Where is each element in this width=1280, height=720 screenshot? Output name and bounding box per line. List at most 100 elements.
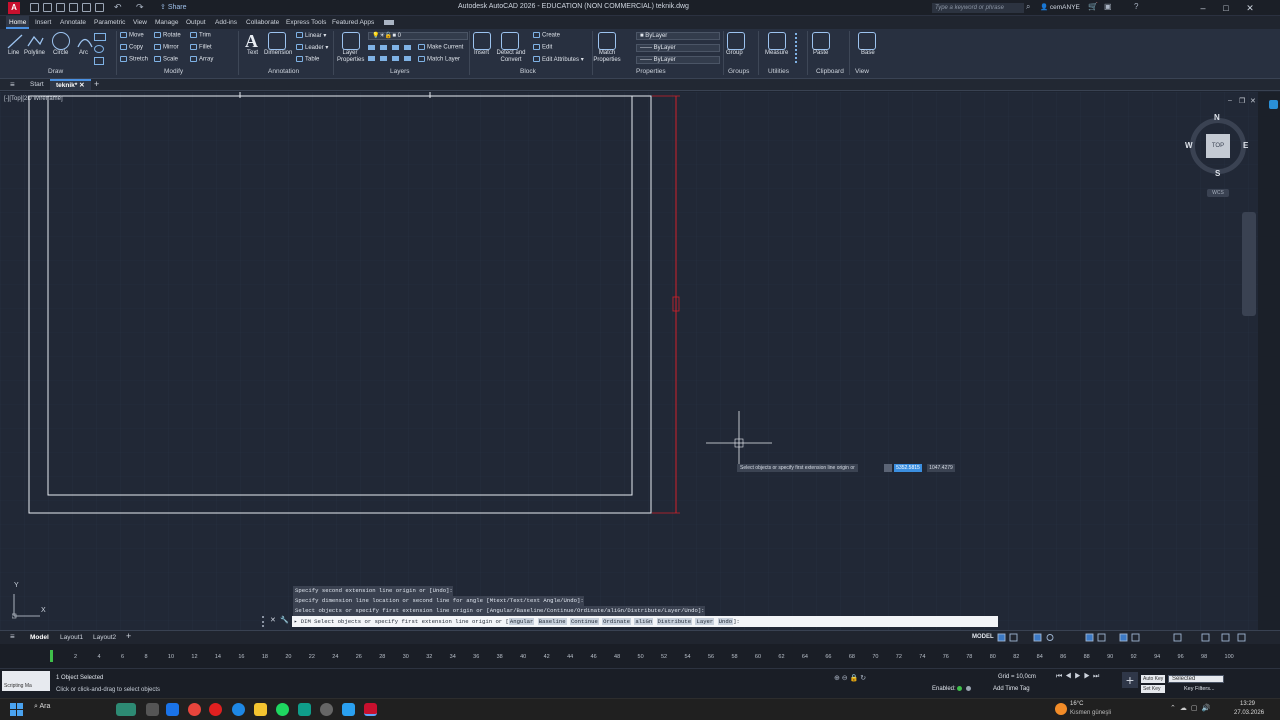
snap-status-icons[interactable]: ⊕ ⊖ 🔒 ↻ [834,674,866,682]
tab-annotate[interactable]: Annotate [60,16,86,29]
web-mobile-icon[interactable] [82,3,91,12]
compass-south[interactable]: S [1215,169,1220,178]
animation-timeline[interactable]: 2 4 6 8 10 12 14 16 18 20 22 24 26 28 30 32 34 36 38 40 42 44… [0,644,1280,668]
tab-layout1[interactable]: Layout1 [60,631,83,644]
text-icon[interactable]: A [245,31,258,52]
match-layer-button[interactable]: Match Layer [418,56,460,63]
tab-view[interactable]: View [133,16,147,29]
base-view-icon[interactable] [858,32,876,50]
tab-parametric[interactable]: Parametric [94,16,125,29]
base-label[interactable]: Base [861,50,875,56]
command-input[interactable]: ▸ DIM Select objects or specify first ex… [292,616,998,627]
dimension-tool-label[interactable]: Dimension [264,50,292,56]
menu-icon[interactable]: ≡ [10,80,15,89]
app-store-icon[interactable]: ▣ [1104,2,1112,11]
block-panel-title[interactable]: Block [520,68,536,75]
command-line-grip-icon[interactable] [262,616,268,627]
search-input[interactable]: Type a keyword or phrase [932,3,1024,13]
close-command-icon[interactable]: ✕ [270,616,276,624]
fillet-tool[interactable]: Fillet [190,44,212,51]
user-account[interactable]: 👤 cemANYE [1040,3,1080,11]
set-key-button[interactable]: Set Key [1141,685,1165,693]
leader-tool[interactable]: Leader ▾ [296,44,328,51]
new-layout-icon[interactable]: + [126,631,131,641]
timeline-playhead[interactable] [50,650,53,662]
layer-properties-icon[interactable] [342,32,360,50]
new-tab-icon[interactable]: + [94,79,99,89]
tab-manage[interactable]: Manage [155,16,179,29]
model-space-button[interactable]: MODEL [972,634,994,640]
polyline-icon[interactable] [26,32,44,50]
file-explorer-icon[interactable] [254,703,267,716]
color-dropdown[interactable]: ■ ByLayer [636,32,720,40]
detect-convert-icon[interactable] [501,32,519,50]
viewcube-top-face[interactable]: TOP [1206,134,1230,158]
linear-tool[interactable]: Linear ▾ [296,32,326,39]
insert-block-icon[interactable] [473,32,491,50]
table-tool[interactable]: Table [296,56,319,63]
utilities-panel-title[interactable]: Utilities [768,68,789,75]
tab-express-tools[interactable]: Express Tools [286,16,326,29]
stretch-tool[interactable]: Stretch [120,56,148,63]
app-icon[interactable] [166,703,179,716]
tab-output[interactable]: Output [186,16,206,29]
tab-layout2[interactable]: Layout2 [93,631,116,644]
annotation-panel-title[interactable]: Annotation [268,68,299,75]
edit-attributes-button[interactable]: Edit Attributes ▾ [533,56,584,63]
tab-model[interactable]: Model [30,631,49,644]
viewport-controls[interactable]: [-][Top][2D Wireframe] [4,96,63,102]
copy-tool[interactable]: Copy [120,44,143,51]
widget-icon[interactable] [116,703,136,716]
cart-icon[interactable]: 🛒 [1088,2,1098,11]
rectangle-icon[interactable] [94,33,106,41]
groups-panel-title[interactable]: Groups [728,68,749,75]
redo-icon[interactable]: ↷ [136,2,144,13]
viewport-minimize-icon[interactable]: – [1228,97,1232,104]
draw-panel-title[interactable]: Draw [48,68,63,75]
open-icon[interactable] [43,3,52,12]
windows-start-icon[interactable] [10,703,23,716]
start-tab[interactable]: Start [30,81,44,88]
navigation-bar[interactable] [1242,212,1256,316]
option-layer[interactable]: Layer [695,618,715,625]
telegram-icon[interactable] [342,703,355,716]
dimension-icon[interactable] [268,32,286,50]
scripting-panel[interactable]: Scripting Ma [2,671,50,691]
ribbon-toggle-icon[interactable] [384,20,394,25]
enabled-indicator-icon[interactable] [957,686,962,691]
option-undo[interactable]: Undo [717,618,734,625]
create-block-button[interactable]: Create [533,32,560,39]
tab-insert[interactable]: Insert [35,16,51,29]
option-align[interactable]: aliGn [634,618,654,625]
add-key-icon[interactable]: + [1122,672,1138,688]
taskbar-search[interactable]: ⌕ Ara [34,703,50,711]
option-ordinate[interactable]: Ordinate [602,618,632,625]
ellipse-icon[interactable] [94,45,104,53]
chrome-icon[interactable] [188,703,201,716]
option-baseline[interactable]: Baseline [537,618,567,625]
match-properties-icon[interactable] [598,32,616,50]
insert-label[interactable]: Insert [474,50,489,56]
tooltip-y-input[interactable]: 1047.4279 [927,464,955,472]
selected-dropdown[interactable]: Selected [1168,675,1224,683]
auto-key-button[interactable]: Auto Key [1141,675,1165,683]
add-time-tag-button[interactable]: Add Time Tag [993,686,1030,692]
playback-controls[interactable]: ⏮◀▶▶⏭ [1056,673,1102,681]
compass-west[interactable]: W [1185,141,1193,150]
viewport-close-icon[interactable]: ✕ [1250,97,1256,105]
tab-collaborate[interactable]: Collaborate [246,16,279,29]
utilities-small-icons[interactable] [795,33,802,63]
arc-tool-label[interactable]: Arc [79,50,88,56]
layer-properties-label[interactable]: Layer Properties [337,50,364,64]
share-button[interactable]: ⇪ Share [160,2,187,13]
autocad-taskbar-icon[interactable] [364,703,377,716]
trim-tool[interactable]: Trim [190,32,211,39]
clock-time[interactable]: 13:29 [1240,701,1255,707]
undo-icon[interactable]: ↶ [114,2,122,13]
compass-east[interactable]: E [1243,141,1248,150]
make-current-button[interactable]: Make Current [418,44,463,51]
customize-icon[interactable]: 🔧 [280,616,289,624]
circle-icon[interactable] [52,32,70,50]
polyline-tool-label[interactable]: Polyline [24,50,45,56]
app-icon[interactable] [298,703,311,716]
